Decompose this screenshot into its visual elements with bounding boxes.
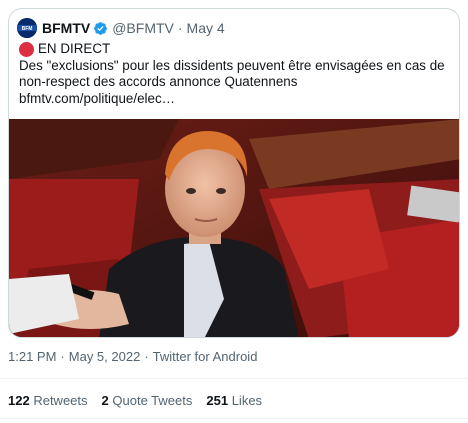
quoted-tweet-header: BFM BFMTV @BFMTV · May 4 <box>17 17 225 39</box>
likes-count: 251 <box>206 393 229 408</box>
retweets-stat[interactable]: 122 Retweets <box>8 393 88 408</box>
bfmtv-logo: BFM <box>17 18 37 38</box>
tweet-source[interactable]: Twitter for Android <box>153 349 258 364</box>
quoted-tweet-card[interactable]: BFM BFMTV @BFMTV · May 4 EN DIRECT Des "… <box>8 8 460 338</box>
tweet-stats: 122 Retweets 2 Quote Tweets 251 Likes <box>8 393 276 408</box>
tweet-date[interactable]: May 5, 2022 <box>69 349 141 364</box>
retweets-label: Retweets <box>33 393 88 408</box>
separator-dot: · <box>60 349 65 364</box>
retweets-count: 122 <box>8 393 30 408</box>
likes-label: Likes <box>231 393 263 408</box>
quoted-tweet-link[interactable]: bfmtv.com/politique/elec… <box>19 91 455 108</box>
quoted-author-handle[interactable]: @BFMTV <box>112 20 174 36</box>
quote-tweets-count: 2 <box>101 393 109 408</box>
likes-stat[interactable]: 251 Likes <box>206 393 262 408</box>
red-circle-icon <box>19 41 34 57</box>
tweet-photo[interactable] <box>9 119 459 337</box>
avatar[interactable]: BFM <box>17 18 37 38</box>
tweet-metadata: 1:21 PM · May 5, 2022 · Twitter for Android <box>8 349 257 364</box>
quoted-author-name[interactable]: BFMTV <box>42 20 90 36</box>
divider <box>0 418 468 419</box>
quoted-tweet-date[interactable]: May 4 <box>187 20 225 36</box>
separator-dot: · <box>144 349 149 364</box>
quoted-tweet-body: Des "exclusions" pour les dissidents peu… <box>19 57 445 90</box>
quoted-tweet-text: EN DIRECT Des "exclusions" pour les diss… <box>19 41 455 107</box>
divider <box>0 378 468 379</box>
photo-assembly-deputy <box>9 119 459 337</box>
svg-text:BFM: BFM <box>22 26 33 32</box>
verified-badge-icon <box>93 21 108 36</box>
tweet-time[interactable]: 1:21 PM <box>8 349 56 364</box>
separator-dot: · <box>177 20 183 36</box>
quote-tweets-label: Quote Tweets <box>112 393 193 408</box>
live-label: EN DIRECT <box>38 41 111 56</box>
quote-tweets-stat[interactable]: 2 Quote Tweets <box>102 393 193 408</box>
